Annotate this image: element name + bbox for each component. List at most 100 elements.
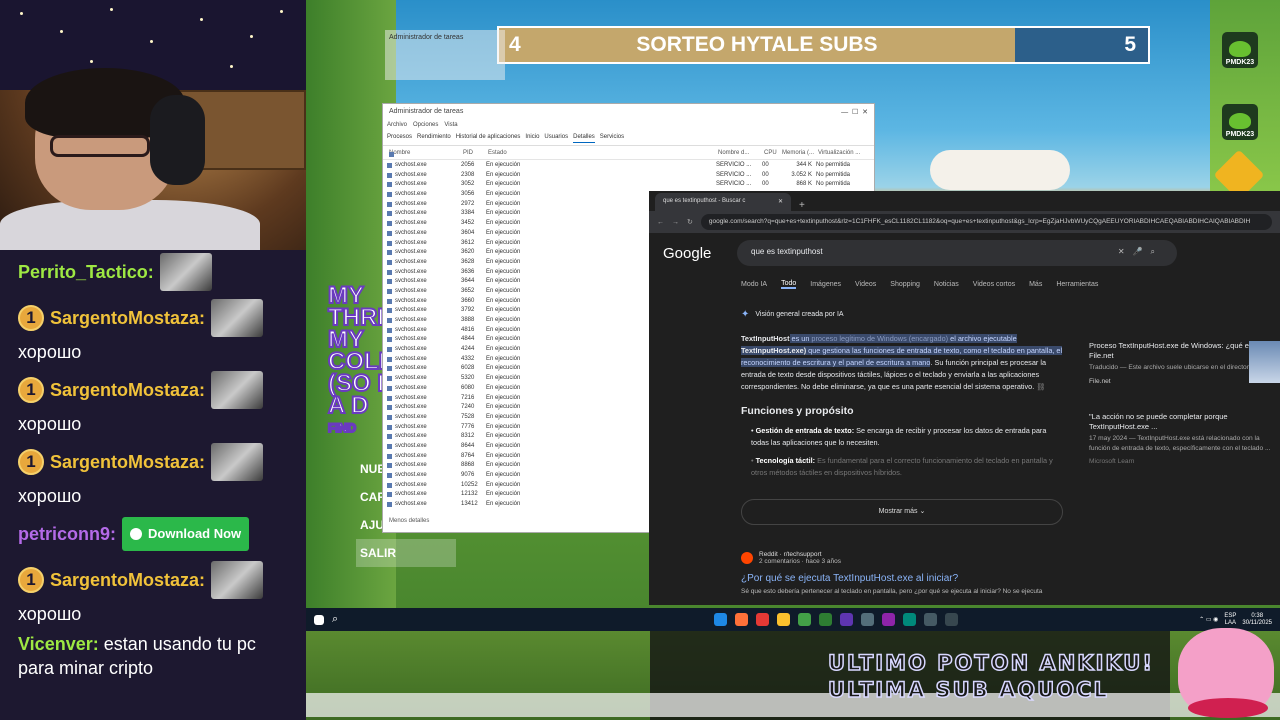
search-input[interactable]: que es textinputhost ✕🎤⌕ — [737, 240, 1177, 266]
col-user[interactable]: Nombre d... — [718, 150, 764, 159]
app-icon[interactable] — [945, 613, 959, 626]
menu-archivo[interactable]: Archivo — [387, 122, 407, 130]
table-row[interactable]: svchost.exe 2308 En ejecución SERVICIO ... 0… — [387, 171, 870, 181]
process-pid: 4332 — [461, 355, 475, 362]
menu-vista[interactable]: Vista — [444, 122, 457, 130]
chat-text: хорошо — [18, 342, 82, 362]
headphones — [150, 95, 205, 185]
close-tab-icon[interactable]: ✕ — [778, 198, 783, 206]
tab-herramientas[interactable]: Herramientas — [1056, 281, 1098, 288]
col-cpu[interactable]: CPU — [764, 150, 780, 159]
tab-detalles[interactable]: Detalles — [573, 134, 595, 143]
tab-videos[interactable]: Videos — [855, 281, 876, 288]
tab-usuarios[interactable]: Usuarios — [544, 134, 568, 143]
app-icon[interactable] — [882, 613, 896, 626]
chat-message: 1 SargentoMostaza: хорошо — [18, 560, 288, 626]
address-bar[interactable]: google.com/search?q=que+es+textinputhost… — [700, 214, 1272, 230]
search-tabs: Modo IA Todo Imágenes Videos Shopping No… — [649, 273, 1280, 295]
chat-text: хорошо — [18, 486, 82, 506]
search-icon[interactable]: ⌕ — [332, 613, 338, 626]
process-pid: 3052 — [461, 181, 475, 188]
back-icon[interactable]: ← — [657, 219, 664, 226]
tab-shopping[interactable]: Shopping — [890, 281, 920, 288]
process-pid: 3888 — [461, 317, 475, 323]
process-name: svchost.exe — [387, 219, 461, 229]
search-query: que es textinputhost — [751, 247, 823, 256]
task-manager-menu: Archivo Opciones Vista — [383, 120, 874, 132]
col-virtualization[interactable]: Virtualización ... — [818, 150, 868, 159]
tab-mas[interactable]: Más — [1029, 281, 1042, 288]
process-cpu: 00 — [762, 162, 769, 168]
language-indicator[interactable]: ESP LAA — [1224, 613, 1236, 627]
tab-procesos[interactable]: Procesos — [387, 134, 412, 143]
game-menu-exit[interactable]: SALIR — [356, 539, 456, 567]
section-heading: Funciones y propósito — [741, 405, 854, 417]
tab-servicios[interactable]: Servicios — [600, 134, 624, 143]
chat-username: SargentoMostaza: — [50, 380, 206, 400]
col-pid[interactable]: PID — [463, 150, 488, 159]
table-row[interactable]: svchost.exe 3052 En ejecución SERVICIO ... 0… — [387, 180, 870, 190]
app-icon[interactable] — [840, 613, 854, 626]
show-more-button[interactable]: Mostrar más ⌄ — [741, 499, 1063, 525]
tab-noticias[interactable]: Noticias — [934, 281, 959, 288]
result-link[interactable]: ¿Por qué se ejecuta TextInputHost.exe al… — [741, 573, 1081, 584]
result-thumbnail[interactable] — [1249, 341, 1280, 383]
tab-inicio[interactable]: Inicio — [525, 134, 539, 143]
col-memory[interactable]: Memoria (... — [780, 150, 818, 159]
google-logo[interactable]: Google — [663, 245, 737, 262]
app-icon[interactable] — [756, 613, 770, 626]
process-pid: 8868 — [461, 462, 475, 469]
process-name: svchost.exe — [387, 413, 461, 423]
table-row[interactable]: svchost.exe 2056 En ejecución SERVICIO ... 0… — [387, 161, 870, 171]
process-name: svchost.exe — [387, 326, 461, 336]
process-memory: 868 K — [796, 181, 812, 188]
col-state[interactable]: Estado — [488, 150, 718, 159]
process-name: svchost.exe — [387, 471, 461, 481]
edge-icon[interactable] — [714, 613, 728, 626]
tab-historial[interactable]: Historial de aplicaciones — [456, 134, 521, 143]
app-icon[interactable] — [903, 613, 917, 626]
less-details-link[interactable]: Menos detalles — [389, 518, 429, 524]
chat-message: petriconn9: Download Now — [18, 514, 288, 554]
tab-todo[interactable]: Todo — [781, 280, 797, 289]
window-controls[interactable]: — ☐ ✕ — [841, 108, 868, 116]
sub-badge-icon: 1 — [18, 305, 44, 331]
tab-imagenes[interactable]: Imágenes — [810, 281, 841, 288]
app-icon[interactable] — [924, 613, 938, 626]
side-result-title[interactable]: "La acción no se puede completar porque … — [1089, 412, 1279, 431]
webcam-feed — [0, 0, 306, 250]
process-user: SERVICIO ... — [716, 162, 752, 168]
windows-start-icon[interactable] — [314, 614, 324, 625]
google-header: Google que es textinputhost ✕🎤⌕ — [649, 233, 1280, 273]
tray-icons[interactable]: ⌃ ▭ ◉ — [1199, 616, 1218, 623]
chrome-icon[interactable] — [777, 613, 791, 626]
app-icon[interactable] — [819, 613, 833, 626]
app-icon[interactable] — [798, 613, 812, 626]
chat-message: 1 SargentoMostaza: хорошо — [18, 370, 288, 436]
forward-icon[interactable]: → — [672, 219, 679, 226]
giveaway-banner: 4 SORTEO HYTALE SUBS 5 — [497, 26, 1150, 64]
browser-tab[interactable]: que es textinputhost - Buscar c ✕ — [655, 193, 791, 211]
process-pid: 3644 — [461, 278, 475, 285]
download-icon — [130, 528, 143, 540]
cat-emote-icon — [211, 443, 264, 481]
reload-icon[interactable]: ↻ — [687, 218, 693, 226]
tab-rendimiento[interactable]: Rendimiento — [417, 134, 451, 143]
firefox-icon[interactable] — [735, 613, 749, 626]
col-name[interactable]: Nombre — [389, 150, 463, 159]
tab-videos-cortos[interactable]: Videos cortos — [973, 281, 1015, 288]
search-tools-icons[interactable]: ✕🎤⌕ — [1118, 247, 1163, 259]
process-name: svchost.exe — [387, 200, 461, 210]
download-now-button[interactable]: Download Now — [122, 517, 250, 551]
new-tab-icon[interactable]: + — [799, 200, 805, 211]
windows-taskbar: ⌕ ⌃ ▭ ◉ ESP LAA 0:38 30/11/2025 — [306, 608, 1280, 631]
process-name: svchost.exe — [387, 500, 461, 510]
menu-opciones[interactable]: Opciones — [413, 122, 438, 130]
task-manager-ghost: Administrador de tareas — [385, 30, 505, 80]
clock[interactable]: 0:38 30/11/2025 — [1242, 613, 1272, 627]
chat-text: хорошо — [18, 414, 82, 434]
tab-modo-ia[interactable]: Modo IA — [741, 281, 767, 288]
process-pid: 7216 — [461, 394, 475, 401]
app-icon[interactable] — [861, 613, 875, 626]
process-name: svchost.exe — [387, 306, 461, 316]
